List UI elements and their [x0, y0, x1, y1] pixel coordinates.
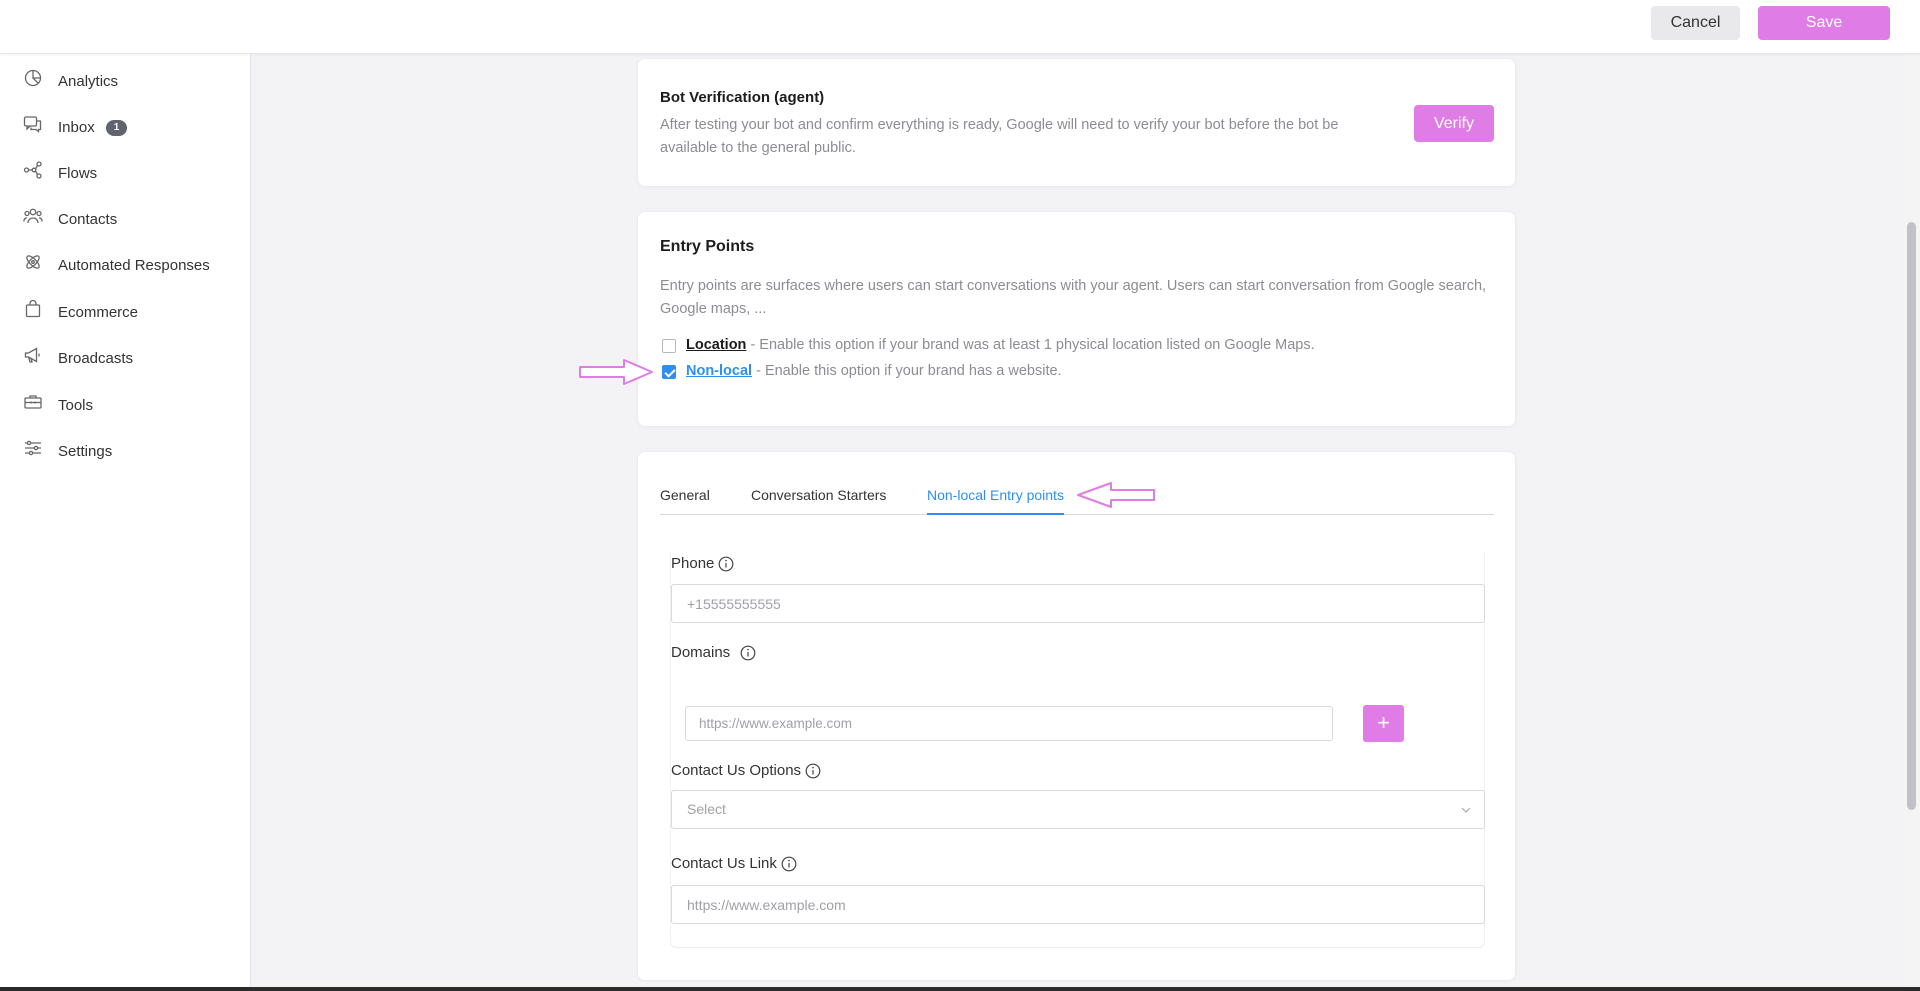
contact-link-label: Contact Us Link [671, 855, 797, 872]
sidebar-item-automated-responses[interactable]: Automated Responses [0, 245, 250, 285]
pie-chart-icon [24, 69, 42, 87]
location-option: Location - Enable this option if your br… [686, 337, 1315, 353]
sidebar-item-flows[interactable]: Flows [0, 153, 250, 193]
domains-label: Domains [671, 644, 756, 661]
unread-badge: 1 [106, 120, 127, 136]
settings-tabs-card: General Conversation Starters Non-local … [637, 451, 1516, 981]
sidebar: Analytics Inbox 1 Flows Contacts Automat… [0, 54, 251, 991]
info-icon[interactable] [740, 645, 756, 661]
entry-points-title: Entry Points [660, 238, 755, 255]
location-checkbox[interactable] [662, 339, 676, 353]
sidebar-item-analytics[interactable]: Analytics [0, 61, 250, 101]
shopping-bag-icon [25, 299, 41, 318]
top-bar: Cancel Save [0, 0, 1920, 54]
chat-bubbles-icon [23, 116, 42, 133]
active-tab-indicator [927, 513, 1064, 515]
contact-options-select[interactable]: Select [671, 790, 1485, 829]
sidebar-item-broadcasts[interactable]: Broadcasts [0, 338, 250, 378]
sidebar-item-label: Broadcasts [58, 349, 134, 367]
sidebar-item-label: Inbox [58, 118, 95, 136]
scrollbar-thumb[interactable] [1907, 222, 1916, 810]
add-domain-button[interactable]: + [1363, 705, 1404, 742]
sidebar-item-contacts[interactable]: Contacts [0, 199, 250, 239]
sidebar-item-label: Ecommerce [58, 303, 139, 321]
annotation-arrow-left-icon [1077, 482, 1155, 508]
sidebar-item-label: Analytics [58, 72, 119, 90]
nonlocal-option: Non-local - Enable this option if your b… [686, 363, 1062, 379]
info-icon[interactable] [718, 556, 734, 572]
bot-verification-card: Bot Verification (agent) After testing y… [637, 58, 1516, 187]
tab-general[interactable]: General [660, 487, 710, 503]
nonlocal-entry-points-form: Phone Domains + Contact Us Options Selec… [670, 552, 1485, 948]
location-option-text: - Enable this option if your brand was a… [746, 337, 1315, 353]
bot-verification-description: After testing your bot and confirm every… [660, 117, 1339, 156]
sidebar-item-label: Settings [58, 442, 113, 460]
nonlocal-link[interactable]: Non-local [686, 363, 752, 379]
sidebar-item-settings[interactable]: Settings [0, 431, 250, 471]
contact-options-select-value: Select [687, 801, 726, 817]
sidebar-item-label: Automated Responses [58, 256, 210, 274]
people-icon [23, 208, 43, 224]
save-button[interactable]: Save [1758, 6, 1890, 40]
sidebar-item-label: Contacts [58, 210, 118, 228]
info-icon[interactable] [781, 856, 797, 872]
phone-input[interactable] [671, 584, 1485, 623]
contact-options-label-text: Contact Us Options [671, 762, 802, 779]
domains-label-text: Domains [671, 644, 731, 661]
tab-nonlocal-entry-points[interactable]: Non-local Entry points [927, 487, 1064, 503]
annotation-arrow-right-icon [579, 359, 653, 385]
entry-points-card: Entry Points Entry points are surfaces w… [637, 211, 1516, 427]
sidebar-item-inbox[interactable]: Inbox 1 [0, 107, 250, 147]
tab-divider [660, 514, 1494, 515]
sidebar-item-label: Tools [58, 396, 94, 414]
contact-link-input[interactable] [671, 885, 1485, 924]
location-link[interactable]: Location [686, 337, 746, 353]
flow-nodes-icon [23, 161, 42, 179]
window-bottom-edge [0, 987, 1920, 991]
entry-points-description: Entry points are surfaces where users ca… [660, 278, 1487, 317]
bot-verification-title: Bot Verification (agent) [660, 89, 825, 106]
megaphone-icon [24, 347, 40, 363]
nonlocal-option-text: - Enable this option if your brand has a… [752, 363, 1062, 379]
tab-conversation-starters[interactable]: Conversation Starters [751, 487, 886, 503]
sliders-icon [25, 440, 41, 456]
toolbox-icon [24, 395, 42, 409]
sidebar-item-ecommerce[interactable]: Ecommerce [0, 292, 250, 332]
sidebar-item-label: Flows [58, 164, 98, 182]
verify-button[interactable]: Verify [1414, 105, 1494, 142]
phone-label: Phone [671, 555, 734, 572]
info-icon[interactable] [805, 763, 821, 779]
atom-icon [26, 255, 40, 269]
contact-link-label-text: Contact Us Link [671, 855, 777, 872]
nonlocal-checkbox[interactable] [662, 365, 676, 379]
contact-options-label: Contact Us Options [671, 762, 821, 779]
chevron-down-icon [1461, 807, 1471, 813]
cancel-button[interactable]: Cancel [1651, 6, 1740, 40]
sidebar-item-tools[interactable]: Tools [0, 385, 250, 425]
domain-input[interactable] [685, 706, 1333, 741]
phone-label-text: Phone [671, 555, 715, 572]
